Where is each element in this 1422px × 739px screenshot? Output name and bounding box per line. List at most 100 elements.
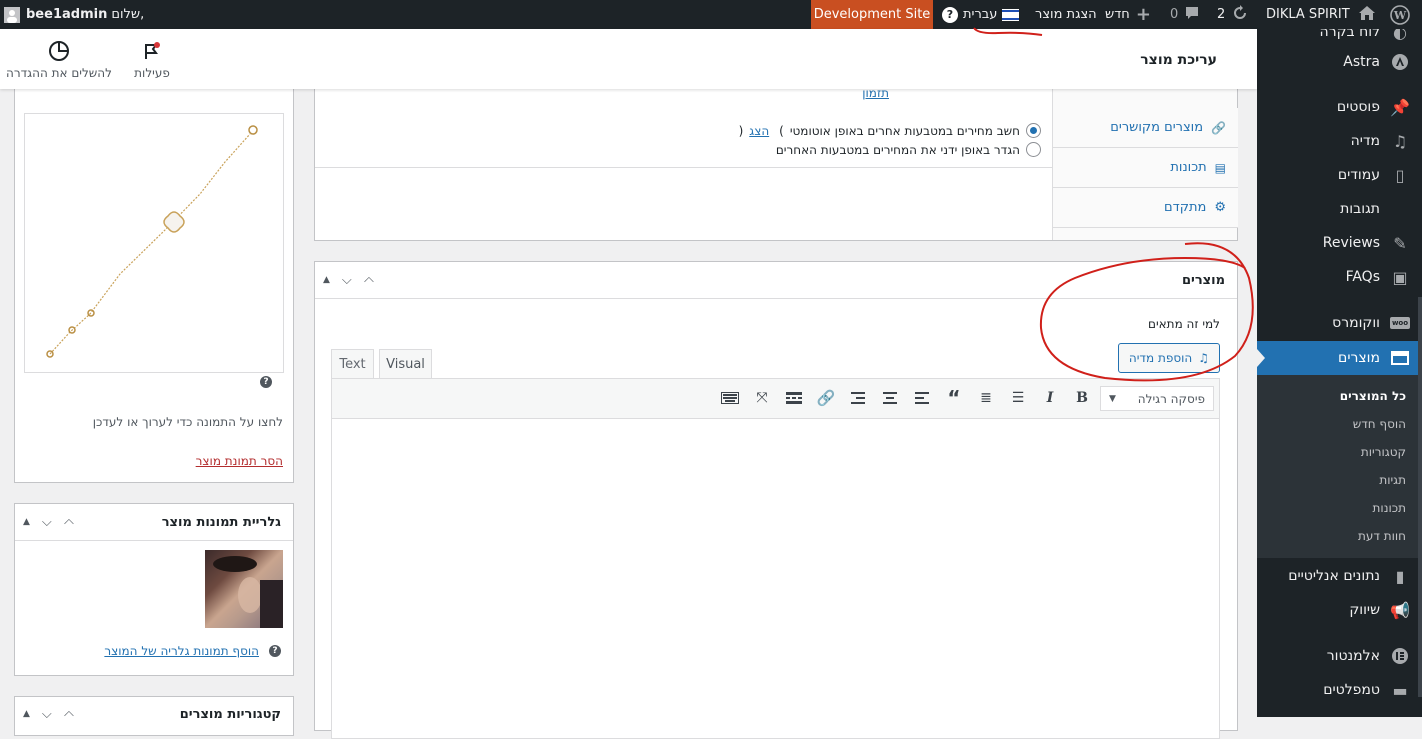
activity-button[interactable]: פעילות — [130, 39, 174, 80]
submenu-categories-label: קטגוריות — [1360, 445, 1406, 459]
astra-icon — [1390, 53, 1410, 71]
chevron-up-icon[interactable]: ⌵ — [64, 707, 74, 722]
fullscreen-icon[interactable]: ⤧ — [752, 388, 772, 408]
tab-attributes-label: תכונות — [1170, 160, 1207, 175]
submenu-tags[interactable]: תגיות — [1257, 466, 1422, 494]
menu-marketing[interactable]: שיווק 📢 — [1257, 593, 1422, 627]
view-product-label: הצגת מוצר — [1035, 7, 1097, 22]
comments-link[interactable]: 0 — [1170, 0, 1200, 29]
home-icon — [1358, 5, 1376, 25]
svg-text:W: W — [1393, 9, 1407, 22]
remove-image-link[interactable]: הסר תמונת מוצר — [196, 454, 283, 468]
read-more-icon[interactable] — [784, 388, 804, 408]
bullet-list-icon[interactable]: ☰ — [1008, 388, 1028, 408]
menu-woocommerce[interactable]: ווקומרס woo — [1257, 306, 1422, 340]
radio-manual[interactable] — [1026, 142, 1041, 157]
radio-auto-row[interactable]: ) הצג ( חשב מחירים במטבעות אחרים באופן א… — [739, 123, 1041, 138]
new-content[interactable]: חדש + — [1105, 0, 1151, 29]
chevron-down-icon[interactable]: ⌵ — [342, 273, 352, 288]
finish-setup-button[interactable]: להשלים את ההגדרה — [4, 39, 114, 80]
menu-analytics[interactable]: נתונים אנליטיים ▮ — [1257, 559, 1422, 593]
radio-manual-label: הגדר באופן ידני את המחירים במטבעות האחרי… — [775, 142, 1020, 157]
admin-sidebar: לוח בקרה ◐ Astra פוסטים 📌 מדיה ♫ עמודים ▯ תג… — [1257, 29, 1422, 717]
field-label: למי זה מתאים — [1148, 317, 1220, 331]
align-center-icon[interactable] — [880, 388, 900, 408]
chevron-down-icon[interactable]: ⌵ — [42, 515, 52, 530]
menu-comments[interactable]: תגובות — [1257, 192, 1422, 226]
blockquote-icon[interactable]: “ — [944, 386, 964, 410]
tab-text[interactable]: Text — [331, 349, 374, 378]
radio-auto-close-paren: ( — [779, 123, 784, 138]
menu-pages[interactable]: עמודים ▯ — [1257, 158, 1422, 192]
radio-auto[interactable] — [1026, 123, 1041, 138]
chevron-up-icon[interactable]: ⌵ — [64, 515, 74, 530]
align-left-icon[interactable] — [912, 388, 932, 408]
menu-faqs[interactable]: FAQs ▣ — [1257, 260, 1422, 294]
language-switcher[interactable]: ? עברית — [942, 0, 1020, 29]
activity-label: פעילות — [134, 66, 170, 80]
menu-templates[interactable]: טמפלטים ▬ — [1257, 673, 1422, 707]
menu-posts[interactable]: פוסטים 📌 — [1257, 90, 1422, 124]
submenu-add-new[interactable]: הוסף חדש — [1257, 410, 1422, 438]
submenu-reviews-label: חוות דעת — [1357, 529, 1406, 543]
align-right-icon[interactable] — [848, 388, 868, 408]
faq-icon: ▣ — [1392, 267, 1408, 287]
submenu-reviews[interactable]: חוות דעת — [1257, 522, 1422, 550]
sidebar-scrollbar[interactable] — [1418, 297, 1422, 697]
submenu-categories[interactable]: קטגוריות — [1257, 438, 1422, 466]
menu-reviews[interactable]: Reviews ✎ — [1257, 226, 1422, 260]
submenu-all-products[interactable]: כל המוצרים — [1257, 382, 1422, 410]
menu-products[interactable]: מוצרים — [1257, 341, 1422, 375]
editor-content-area[interactable] — [331, 419, 1220, 739]
list-icon: ▤ — [1214, 160, 1226, 175]
tab-visual[interactable]: Visual — [379, 349, 432, 379]
progress-ring-icon — [4, 39, 114, 63]
dropdown-arrow-icon: ▼ — [1109, 393, 1116, 404]
new-label: חדש — [1105, 7, 1130, 22]
add-media-button[interactable]: הוספת מדיה ♫ — [1117, 343, 1220, 373]
numbered-list-icon[interactable]: ≣ — [976, 388, 996, 408]
submenu-attributes[interactable]: תכונות — [1257, 494, 1422, 522]
bold-icon[interactable]: B — [1072, 388, 1092, 408]
add-gallery-images-link[interactable]: הוסף תמונות גלריה של המוצר — [104, 644, 259, 658]
move-handle-icon[interactable]: ▲ — [323, 275, 330, 285]
comment-bubble-icon — [1184, 5, 1200, 25]
menu-products-label: מוצרים — [1338, 350, 1380, 366]
wordpress-logo-icon[interactable]: W — [1390, 0, 1410, 29]
editor-box: מוצרים ▲ ⌵ ⌵ למי זה מתאים הוספת מדיה ♫ V… — [314, 261, 1238, 739]
tab-linked-products[interactable]: מוצרים מקושרים 🔗 — [1053, 108, 1238, 148]
tab-attributes[interactable]: תכונות ▤ — [1053, 148, 1238, 188]
italic-icon[interactable]: I — [1040, 388, 1060, 408]
menu-marketing-label: שיווק — [1349, 602, 1380, 618]
product-image[interactable] — [24, 113, 284, 373]
menu-astra[interactable]: Astra — [1257, 45, 1422, 79]
help-icon[interactable]: ? — [260, 376, 272, 388]
menu-woocommerce-label: ווקומרס — [1332, 315, 1380, 331]
format-select[interactable]: ▼ פיסקה רגילה — [1100, 386, 1214, 411]
radio-manual-row[interactable]: הגדר באופן ידני את המחירים במטבעות האחרי… — [776, 142, 1041, 157]
plus-icon: + — [1135, 4, 1151, 25]
site-name-link[interactable]: DIKLA SPIRIT — [1266, 0, 1376, 29]
tab-advanced[interactable]: מתקדם ⚙ — [1053, 188, 1238, 228]
move-handle-icon[interactable]: ▲ — [23, 517, 30, 527]
menu-elementor[interactable]: אלמנטור — [1257, 639, 1422, 673]
view-product-link[interactable]: הצגת מוצר — [1035, 0, 1097, 29]
refresh-icon — [1231, 4, 1249, 26]
chevron-up-icon[interactable]: ⌵ — [364, 273, 374, 288]
gallery-thumbnail[interactable] — [205, 550, 283, 628]
help-icon[interactable]: ? — [269, 645, 281, 657]
chevron-down-icon[interactable]: ⌵ — [42, 707, 52, 722]
updates-link[interactable]: 2 — [1217, 0, 1249, 29]
move-handle-icon[interactable]: ▲ — [23, 709, 30, 719]
dashboard-icon: ◐ — [1393, 29, 1407, 42]
bracelet-image — [46, 125, 258, 358]
dev-site-badge[interactable]: Development Site — [811, 0, 933, 29]
menu-media[interactable]: מדיה ♫ — [1257, 124, 1422, 158]
menu-astra-label: Astra — [1343, 54, 1380, 70]
keyboard-icon[interactable] — [720, 388, 740, 408]
my-account[interactable]: bee1admin שלום, — [4, 0, 144, 29]
updates-count: 2 — [1217, 7, 1226, 22]
comments-count: 0 — [1170, 7, 1179, 22]
show-link[interactable]: הצג — [749, 124, 769, 138]
link-icon[interactable]: 🔗 — [816, 388, 836, 408]
